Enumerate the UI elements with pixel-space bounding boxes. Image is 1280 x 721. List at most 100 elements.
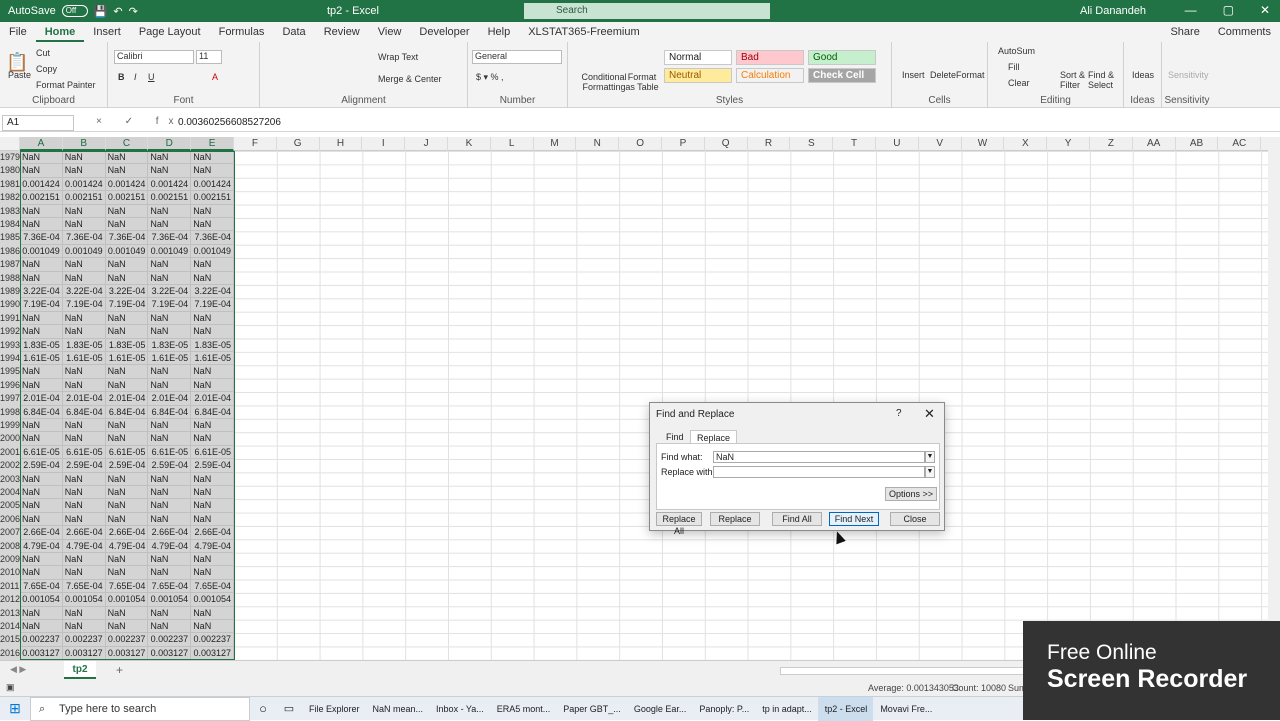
style-neutral[interactable]: Neutral [664,68,732,83]
cell[interactable]: NaN [191,365,234,379]
close-icon[interactable]: ✕ [1260,3,1270,17]
sensitivity-button[interactable]: Sensitivity [1168,70,1209,80]
copy-button[interactable]: Copy [36,64,57,74]
column-header[interactable]: O [619,137,662,151]
font-name-select[interactable]: Calibri [114,50,194,64]
cell[interactable]: NaN [191,566,234,580]
insert-cells-button[interactable]: Insert [902,70,925,80]
cell[interactable]: NaN [148,271,192,285]
cell[interactable]: NaN [148,325,192,339]
tab-formulas[interactable]: Formulas [210,22,274,42]
cell[interactable]: 3.22E-04 [148,285,192,299]
cell[interactable]: 4.79E-04 [105,539,149,553]
cell[interactable]: NaN [105,378,149,393]
row-header[interactable]: 2003 [0,472,20,486]
cell[interactable]: 6.84E-04 [191,405,234,419]
clear-button[interactable]: Clear [1008,78,1030,88]
cell[interactable]: NaN [148,472,192,486]
replace-with-input[interactable] [713,466,925,478]
cell[interactable]: 2.66E-04 [105,526,149,540]
column-header[interactable]: C [105,137,149,151]
row-header[interactable]: 2015 [0,633,20,647]
row-header[interactable]: 2005 [0,499,20,513]
cell[interactable]: NaN [62,378,106,393]
cell[interactable]: 0.002237 [148,633,192,647]
tab-file[interactable]: File [0,22,36,42]
cell[interactable]: NaN [105,566,149,580]
cell[interactable]: NaN [62,258,106,272]
cell[interactable]: 6.61E-05 [148,445,192,460]
cell[interactable]: NaN [191,311,234,326]
cell[interactable]: 0.001049 [191,244,234,259]
row-header[interactable]: 1991 [0,311,20,326]
cell[interactable]: 7.65E-04 [148,579,192,594]
column-header[interactable]: G [277,137,320,151]
cell[interactable]: NaN [191,419,234,433]
row-header[interactable]: 1980 [0,164,20,178]
cell[interactable]: 0.002237 [105,633,149,647]
close-button[interactable]: Close [890,512,940,526]
cell[interactable]: NaN [62,606,106,620]
row-header[interactable]: 2013 [0,606,20,620]
cell[interactable]: NaN [20,258,63,272]
row-header[interactable]: 2011 [0,579,20,594]
tab-page-layout[interactable]: Page Layout [130,22,210,42]
tab-replace[interactable]: Replace [690,430,738,444]
column-header[interactable]: R [748,137,791,151]
column-header[interactable]: W [962,137,1005,151]
cell[interactable]: NaN [62,512,106,527]
cell[interactable]: NaN [20,311,63,326]
cell[interactable]: NaN [148,566,192,580]
find-next-button[interactable]: Find Next [829,512,879,526]
taskbar-google-earth[interactable]: Google Ear... [627,697,693,721]
cell[interactable]: NaN [105,151,149,165]
cell[interactable]: NaN [20,164,63,178]
cell[interactable]: NaN [20,499,63,513]
cell[interactable]: 7.36E-04 [62,231,106,245]
font-size-select[interactable]: 11 [196,50,222,64]
cell[interactable]: NaN [148,204,192,218]
cell[interactable]: 0.003127 [62,646,106,660]
replace-all-button[interactable]: Replace All [656,512,702,536]
cell[interactable]: 1.61E-05 [20,352,63,366]
cell[interactable]: NaN [191,553,234,567]
cell[interactable]: NaN [105,218,149,232]
cell[interactable]: NaN [148,432,192,446]
cell[interactable]: NaN [62,151,106,165]
cell[interactable]: NaN [20,566,63,580]
tab-home[interactable]: Home [35,22,85,42]
row-header[interactable]: 2002 [0,459,20,473]
cell[interactable]: 0.001054 [148,593,192,607]
cell[interactable]: NaN [148,365,192,379]
dialog-close-icon[interactable]: ✕ [924,406,935,422]
cell[interactable]: NaN [105,271,149,285]
cell[interactable]: 2.01E-04 [105,392,149,406]
cell[interactable]: 1.61E-05 [62,352,106,366]
cell[interactable]: NaN [191,151,234,165]
cell[interactable]: 7.65E-04 [62,579,106,594]
cell[interactable]: NaN [20,606,63,620]
cell[interactable]: 0.001049 [62,244,106,259]
cell[interactable]: NaN [20,151,63,165]
cell[interactable]: NaN [148,553,192,567]
column-header[interactable]: B [62,137,106,151]
cell[interactable]: 3.22E-04 [20,285,63,299]
cell[interactable]: 1.83E-05 [105,338,149,352]
cell[interactable]: 0.001424 [148,177,192,192]
cell[interactable]: 4.79E-04 [20,539,63,553]
ideas-button[interactable]: Ideas [1132,70,1154,80]
cell[interactable]: NaN [191,432,234,446]
cell[interactable]: NaN [62,472,106,486]
cell[interactable]: 7.19E-04 [62,298,106,312]
cell[interactable]: 2.59E-04 [20,459,63,473]
tab-insert[interactable]: Insert [84,22,130,42]
cell[interactable]: NaN [191,378,234,393]
windows-start-icon[interactable]: ⊞ [0,700,30,717]
tab-review[interactable]: Review [315,22,369,42]
column-header[interactable]: V [919,137,962,151]
cell[interactable]: NaN [191,218,234,232]
cell[interactable]: NaN [62,553,106,567]
column-header[interactable]: U [876,137,919,151]
cell[interactable]: 2.59E-04 [191,459,234,473]
cell[interactable]: NaN [20,204,63,218]
